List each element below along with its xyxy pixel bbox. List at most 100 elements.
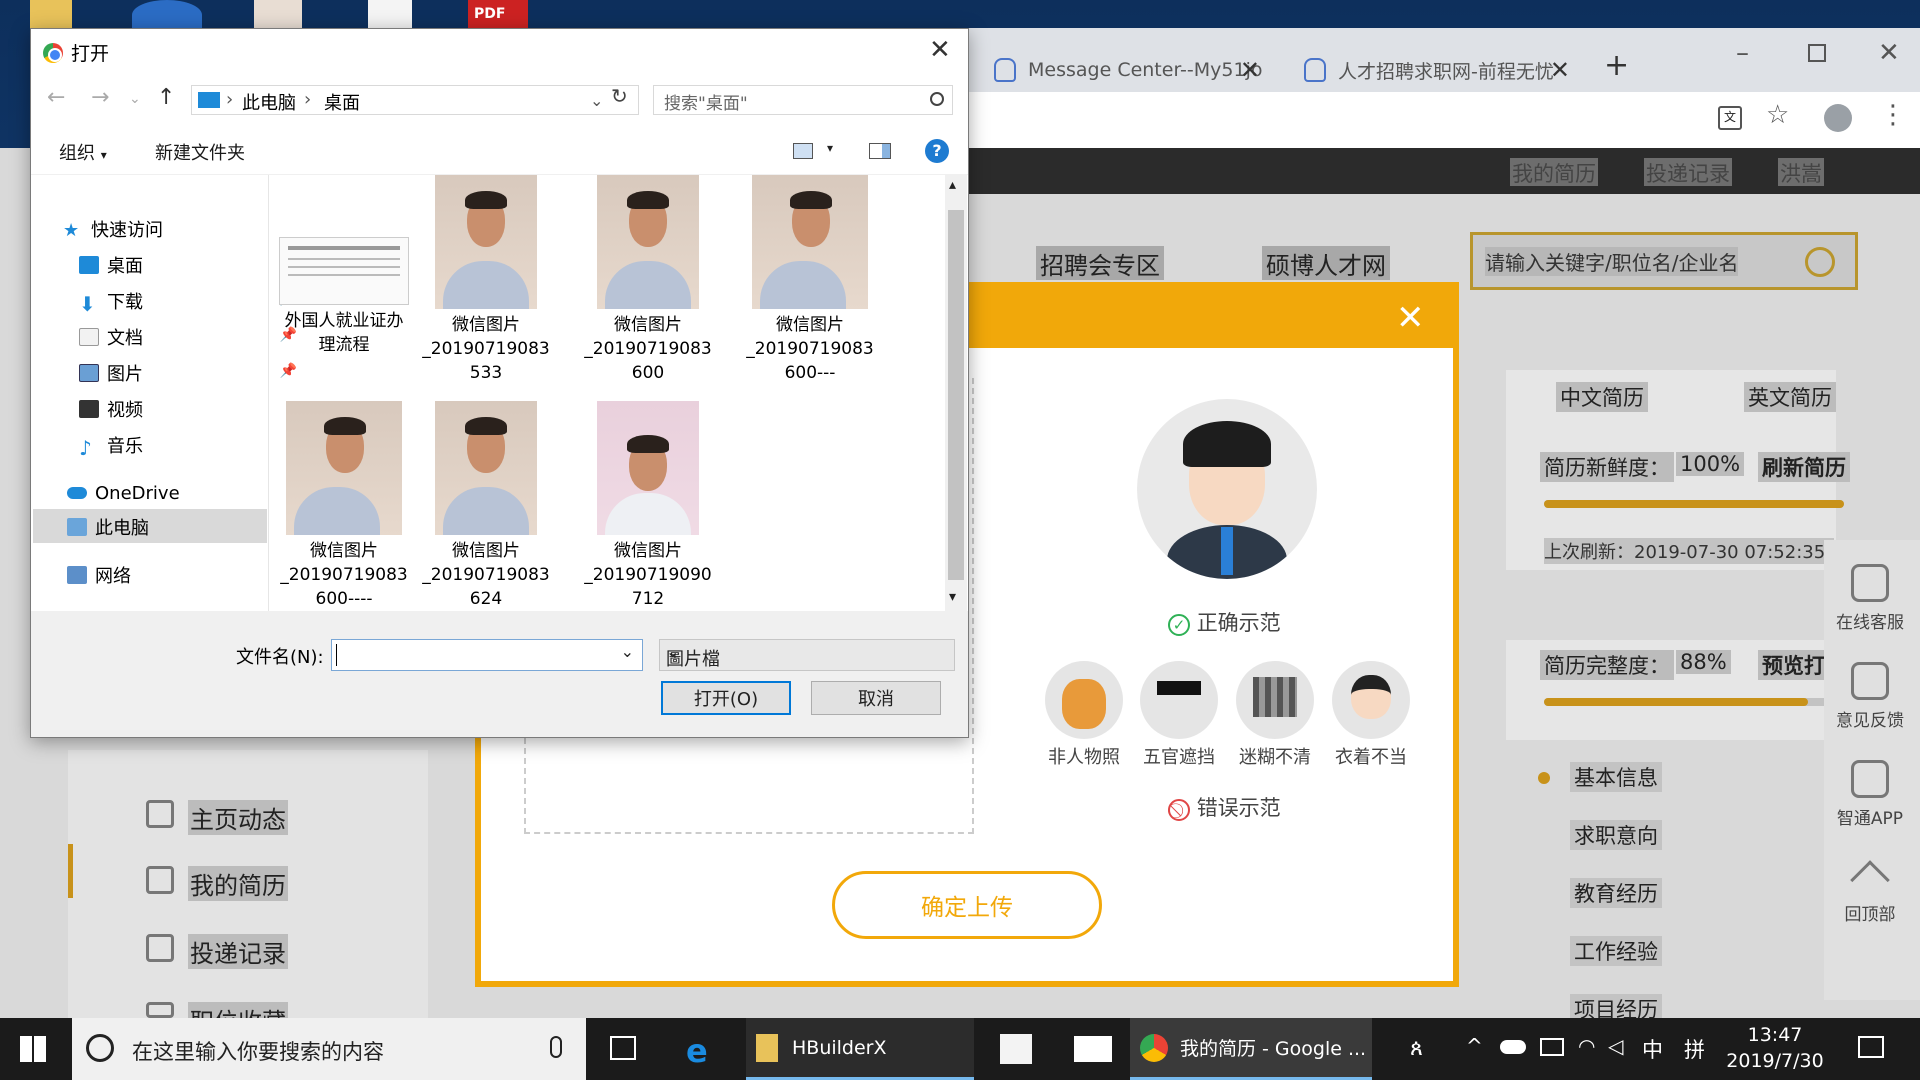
taskbar-clock[interactable]: 13:47 2019/7/30 [1710,1022,1840,1074]
file-item[interactable]: 微信图片 _20190719083 600--- [745,175,875,385]
pdf-file-icon[interactable]: PDF [468,0,528,30]
app-tool[interactable]: 智通APP [1822,760,1918,829]
new-folder-button[interactable]: 新建文件夹 [155,139,245,165]
menu-job-intention[interactable]: 求职意向 [1570,820,1662,850]
modal-close-icon[interactable]: ✕ [1396,298,1425,338]
file-item[interactable]: 微信图片 _20190719090 712 [583,401,713,611]
profile-avatar-icon[interactable] [1824,104,1852,132]
site-search-box[interactable]: 请输入关键字/职位名/企业名 [1470,232,1858,290]
dialog-search-input[interactable]: 搜索"桌面" [653,85,953,115]
volume-icon[interactable]: ◁ [1608,1034,1623,1058]
online-service-tool[interactable]: 在线客服 [1822,564,1918,633]
task-view-icon[interactable] [610,1036,636,1060]
edge-icon[interactable]: e [686,1032,708,1070]
preview-print-button[interactable]: 预览打 [1758,650,1829,680]
up-arrow-icon[interactable]: ↑ [157,85,175,110]
back-to-top-tool[interactable]: 回顶部 [1822,860,1918,925]
scroll-up-icon[interactable]: ▴ [949,177,956,193]
people-icon[interactable]: ጰ [1410,1036,1423,1061]
ime-language[interactable]: 中 [1642,1034,1663,1064]
file-item[interactable]: 外国人就业证办 理流程 [279,233,409,357]
battery-icon[interactable] [1540,1038,1564,1056]
file-item[interactable]: 微信图片 _20190719083 624 [421,401,551,611]
translate-icon[interactable]: 文 [1718,106,1742,130]
filename-input[interactable]: ⌄ [331,639,643,671]
scrollbar-thumb[interactable] [948,210,964,580]
taskbar-app-hbuilderx[interactable]: HBuilderX [746,1018,974,1080]
file-item[interactable]: 微信图片 _20190719083 600---- [279,401,409,611]
view-mode-icon[interactable] [793,143,813,159]
onedrive-tray-icon[interactable] [1500,1040,1526,1054]
dialog-close-icon[interactable]: ✕ [929,35,951,65]
open-button[interactable]: 打开(O) [661,681,791,715]
breadcrumb-this-pc[interactable]: 此电脑 [242,89,296,115]
search-icon[interactable] [1805,247,1835,277]
folder-icon[interactable] [30,0,72,30]
cancel-button[interactable]: 取消 [811,681,941,715]
preview-pane-icon[interactable] [869,143,891,159]
nav-onedrive[interactable]: OneDrive [67,479,281,507]
tab-close-icon[interactable]: ✕ [1550,56,1570,84]
nav-pictures[interactable]: 图片 📌 [79,359,297,387]
nav-job-fair[interactable]: 招聘会专区 [1036,246,1164,280]
store-icon[interactable] [1000,1034,1032,1064]
nav-music[interactable]: ♪ 音乐 [79,431,293,460]
taskbar-search[interactable]: 在这里输入你要搜索的内容 [72,1018,586,1080]
sidebar-item-favorites[interactable]: 职位收藏 [188,1002,288,1018]
minimize-icon[interactable]: – [1736,38,1749,68]
ime-mode[interactable]: 拼 [1684,1034,1705,1064]
image-file-icon[interactable] [254,0,302,30]
wifi-icon[interactable]: ◠ [1578,1034,1595,1058]
breadcrumb-dropdown-icon[interactable]: ⌄ [590,91,603,110]
view-dropdown-icon[interactable]: ▾ [827,141,833,155]
nav-desktop[interactable]: 桌面📌 [79,251,297,279]
filetype-select[interactable]: 圖片檔 ⌄ [659,639,955,671]
refresh-icon[interactable]: ↻ [611,84,628,108]
organize-button[interactable]: 组织 ▾ [59,139,107,165]
star-icon[interactable]: ☆ [1766,100,1789,130]
new-tab-icon[interactable]: + [1604,48,1629,83]
help-icon[interactable]: ? [925,139,949,163]
nav-this-pc[interactable]: 此电脑 [67,513,281,541]
file-item[interactable]: 微信图片 _20190719083 533 [421,175,551,385]
confirm-upload-button[interactable]: 确定上传 [832,871,1102,939]
nav-quick-access[interactable]: ★ 快速访问 [63,215,277,243]
tab-message-center[interactable]: Message Center--My51jo ✕ [980,50,1270,90]
nav-documents[interactable]: 文档 📌 [79,323,297,351]
sidebar-item-home[interactable]: 主页动态 [188,800,288,835]
nav-downloads[interactable]: ⬇下载📌 [79,287,297,316]
microphone-icon[interactable] [550,1036,562,1058]
topnav-applications[interactable]: 投递记录 [1644,158,1732,186]
menu-work-experience[interactable]: 工作经验 [1570,936,1662,966]
window-close-icon[interactable]: ✕ [1878,38,1900,68]
tab-english-resume[interactable]: 英文简历 [1744,382,1836,412]
taskbar-app-chrome[interactable]: 我的简历 - Google ... [1130,1018,1372,1080]
chevron-down-icon[interactable]: ⌄ [621,642,634,661]
app-shortcut-icon[interactable] [132,0,202,30]
topnav-my-resume[interactable]: 我的简历 [1510,158,1598,186]
sidebar-item-resume[interactable]: 我的简历 [188,866,288,901]
mail-icon[interactable] [1074,1036,1112,1062]
scroll-down-icon[interactable]: ▾ [949,589,956,605]
nav-network[interactable]: 网络 [67,561,281,589]
nav-masters-phd[interactable]: 硕博人才网 [1262,246,1390,280]
tab-51job[interactable]: 人才招聘求职网-前程无忧 ✕ [1290,50,1580,90]
tab-chinese-resume[interactable]: 中文简历 [1556,382,1648,412]
menu-kebab-icon[interactable]: ⋮ [1880,100,1906,130]
forward-arrow-icon[interactable]: → [91,85,109,110]
maximize-icon[interactable] [1808,44,1826,62]
windows-start-icon[interactable] [20,1036,46,1062]
file-item[interactable]: 微信图片 _20190719083 600 [583,175,713,385]
chevron-up-icon[interactable]: ^ [1466,1034,1483,1058]
nav-videos[interactable]: 视频 [79,395,293,423]
topnav-username[interactable]: 洪嵩 [1778,158,1824,186]
notification-icon[interactable] [1858,1036,1884,1058]
breadcrumb[interactable]: › 此电脑 › 桌面 ⌄ [191,85,639,115]
feedback-tool[interactable]: 意见反馈 [1822,662,1918,731]
tab-close-icon[interactable]: ✕ [1240,56,1260,84]
sidebar-item-applications[interactable]: 投递记录 [188,934,288,969]
document-file-icon[interactable] [368,0,412,30]
breadcrumb-desktop[interactable]: 桌面 [324,89,360,115]
refresh-resume-button[interactable]: 刷新简历 [1758,452,1850,482]
menu-basic-info[interactable]: 基本信息 [1570,762,1662,792]
